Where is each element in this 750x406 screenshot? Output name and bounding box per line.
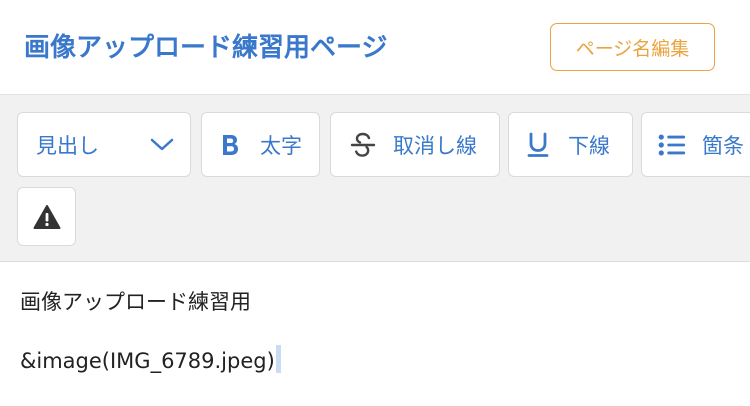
page-title: 画像アップロード練習用ページ xyxy=(24,33,388,63)
alert-button[interactable] xyxy=(17,187,76,246)
strikethrough-icon xyxy=(349,131,377,159)
heading-select[interactable]: 見出し xyxy=(17,112,191,177)
bullet-list-icon xyxy=(658,131,686,159)
chevron-down-icon xyxy=(150,138,174,152)
page-header: 画像アップロード練習用ページ ページ名編集 xyxy=(0,0,750,94)
bullet-list-button-label: 箇条 xyxy=(702,133,744,158)
bold-button-label: 太字 xyxy=(260,133,302,158)
bold-icon xyxy=(216,131,244,159)
edit-page-name-button[interactable]: ページ名編集 xyxy=(550,23,715,71)
underline-icon xyxy=(524,131,552,159)
strikethrough-button-label: 取消し線 xyxy=(393,133,477,158)
strikethrough-button[interactable]: 取消し線 xyxy=(330,112,500,177)
heading-select-label: 見出し xyxy=(36,133,99,158)
underline-button[interactable]: 下線 xyxy=(508,112,633,177)
editor-line-text: &image(IMG_6789.jpeg) xyxy=(20,349,275,373)
editor-toolbar: 見出し 太字 取消し線 下線 箇条 xyxy=(0,94,750,262)
bold-button[interactable]: 太字 xyxy=(201,112,320,177)
bullet-list-button[interactable]: 箇条 xyxy=(641,112,750,177)
warning-icon xyxy=(33,204,61,230)
editor-area[interactable]: 画像アップロード練習用 &image(IMG_6789.jpeg) xyxy=(0,262,750,406)
text-caret xyxy=(275,345,281,373)
editor-line: 画像アップロード練習用 xyxy=(20,290,251,314)
editor-line-with-caret: &image(IMG_6789.jpeg) xyxy=(20,345,281,373)
underline-button-label: 下線 xyxy=(568,133,610,158)
